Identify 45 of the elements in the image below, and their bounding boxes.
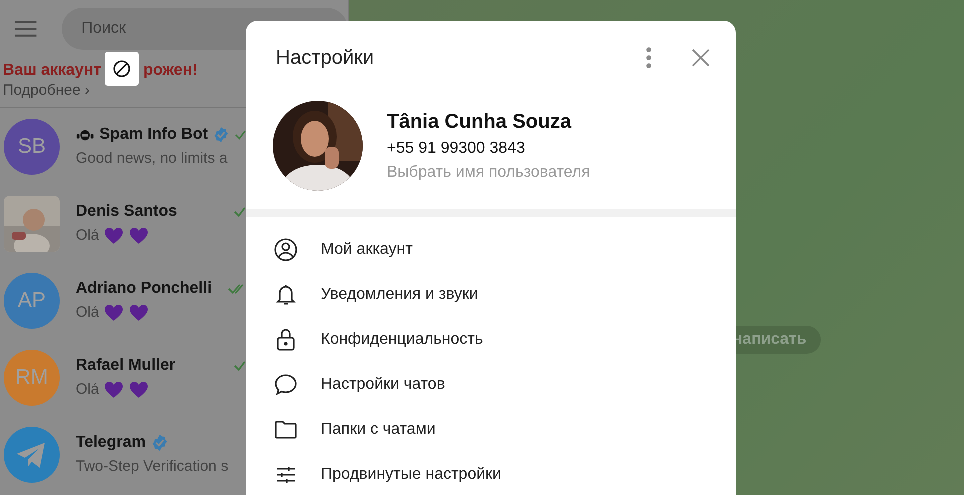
heart-icon — [129, 226, 150, 244]
banner-title: Ваш аккаунт — [3, 62, 102, 80]
blocked-icon — [105, 52, 140, 86]
phone-number: +55 91 99300 3843 — [387, 140, 526, 158]
chat-name: Adriano Ponchelli — [76, 280, 212, 298]
banner-title: рожен! — [143, 62, 198, 80]
message-preview: Good news, no limits a — [76, 150, 228, 167]
chat-name: Telegram — [76, 434, 146, 452]
username-link[interactable]: Выбрать имя пользователя — [387, 164, 590, 182]
chat-item[interactable]: SB Spam Info Bot Good news, no limits a — [0, 108, 348, 185]
verified-icon — [150, 434, 169, 452]
more-icon[interactable] — [646, 47, 652, 69]
user-circle-icon — [274, 238, 298, 262]
settings-item[interactable]: Настройки чатов — [246, 362, 736, 407]
message-preview: Two-Step Verification s — [76, 458, 229, 475]
lock-icon — [274, 328, 298, 352]
heart-icon — [129, 304, 150, 322]
double-check-icon — [228, 282, 246, 294]
settings-item[interactable]: Папки с чатами — [246, 407, 736, 452]
paper-plane-icon — [4, 426, 60, 482]
message-preview: Olá — [76, 381, 100, 398]
message-preview: Olá — [76, 304, 100, 321]
close-icon[interactable] — [692, 49, 710, 67]
message-preview: Olá — [76, 227, 100, 244]
heart-icon — [104, 380, 124, 398]
check-icon — [234, 206, 246, 218]
chat-name: Rafael Muller — [76, 356, 176, 374]
heart-icon — [129, 380, 150, 398]
menu-icon[interactable] — [14, 20, 38, 38]
heart-icon — [104, 304, 124, 322]
profile-name: Tânia Cunha Souza — [387, 110, 573, 134]
settings-item[interactable]: Продвинутые настройки — [246, 452, 736, 495]
chat-name: Spam Info Bot — [100, 126, 208, 144]
avatar: SB — [4, 118, 60, 174]
avatar: RM — [4, 350, 60, 406]
bell-icon — [274, 282, 298, 306]
speech-bubble-icon — [274, 372, 298, 396]
chat-name: Denis Santos — [76, 202, 178, 220]
check-icon — [234, 360, 246, 372]
settings-item[interactable]: Уведомления и звуки — [246, 272, 736, 317]
verified-icon — [213, 126, 230, 144]
heart-icon — [104, 226, 124, 244]
check-icon — [234, 129, 246, 141]
settings-item[interactable]: Мой аккаунт — [246, 227, 736, 272]
avatar: AP — [4, 272, 60, 328]
